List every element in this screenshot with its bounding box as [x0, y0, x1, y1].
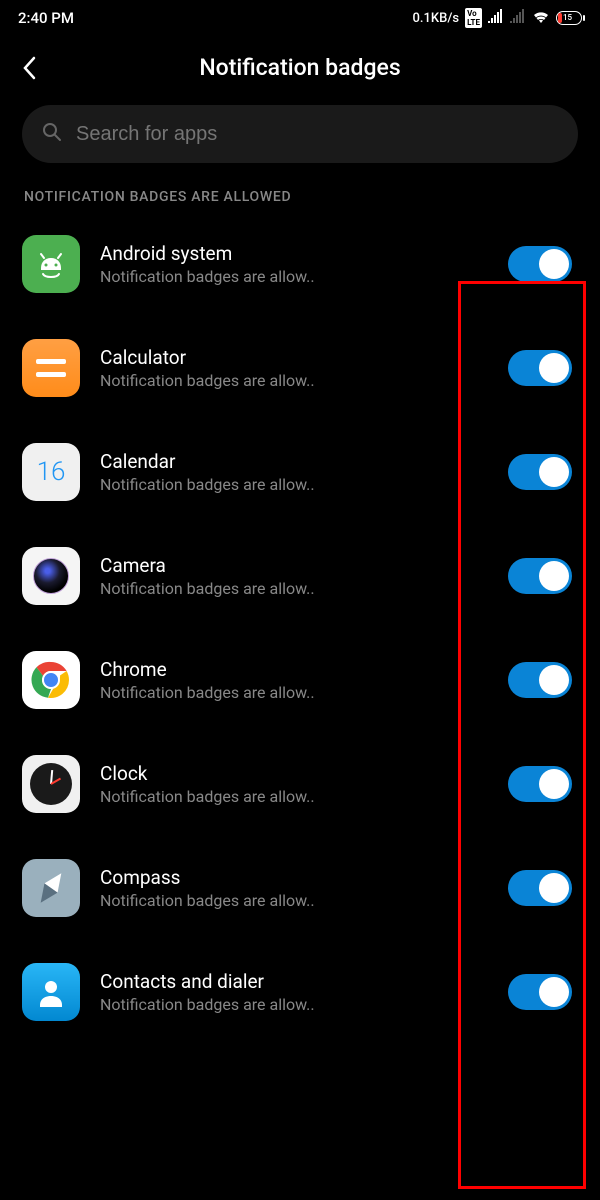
app-row-chrome[interactable]: Chrome Notification badges are allow..	[22, 637, 578, 723]
page-title: Notification badges	[50, 54, 578, 81]
search-icon	[42, 122, 62, 146]
app-subtitle: Notification badges are allow..	[100, 787, 488, 806]
app-row-calendar[interactable]: 16 Calendar Notification badges are allo…	[22, 429, 578, 515]
app-name: Calendar	[100, 450, 488, 473]
toggle-calculator[interactable]	[508, 350, 572, 386]
calendar-day: 16	[37, 457, 66, 487]
app-text: Camera Notification badges are allow..	[100, 554, 488, 598]
toggle-contacts[interactable]	[508, 974, 572, 1010]
chrome-icon	[22, 651, 80, 709]
app-text: Android system Notification badges are a…	[100, 242, 488, 286]
app-text: Clock Notification badges are allow..	[100, 762, 488, 806]
app-subtitle: Notification badges are allow..	[100, 371, 488, 390]
toggle-clock[interactable]	[508, 766, 572, 802]
compass-icon	[22, 859, 80, 917]
app-text: Calculator Notification badges are allow…	[100, 346, 488, 390]
app-row-calculator[interactable]: Calculator Notification badges are allow…	[22, 325, 578, 411]
contacts-icon	[22, 963, 80, 1021]
toggle-android-system[interactable]	[508, 246, 572, 282]
app-row-compass[interactable]: Compass Notification badges are allow..	[22, 845, 578, 931]
toggle-calendar[interactable]	[508, 454, 572, 490]
signal2-icon	[510, 9, 526, 27]
app-subtitle: Notification badges are allow..	[100, 579, 488, 598]
android-icon	[22, 235, 80, 293]
clock-icon	[22, 755, 80, 813]
app-subtitle: Notification badges are allow..	[100, 683, 488, 702]
app-list: Android system Notification badges are a…	[0, 221, 600, 1035]
app-text: Chrome Notification badges are allow..	[100, 658, 488, 702]
camera-icon	[22, 547, 80, 605]
wifi-icon	[532, 9, 550, 27]
signal-icon	[488, 9, 504, 27]
app-row-android-system[interactable]: Android system Notification badges are a…	[22, 221, 578, 307]
toggle-camera[interactable]	[508, 558, 572, 594]
status-bar: 2:40 PM 0.1KB/s VoLTE 15	[0, 0, 600, 36]
app-subtitle: Notification badges are allow..	[100, 891, 488, 910]
network-speed: 0.1KB/s	[413, 11, 460, 26]
search-box[interactable]	[22, 105, 578, 163]
app-row-clock[interactable]: Clock Notification badges are allow..	[22, 741, 578, 827]
app-subtitle: Notification badges are allow..	[100, 995, 488, 1014]
app-name: Chrome	[100, 658, 488, 681]
status-time: 2:40 PM	[18, 9, 74, 27]
app-name: Clock	[100, 762, 488, 785]
header: Notification badges	[0, 36, 600, 105]
volte-icon: VoLTE	[465, 8, 482, 28]
app-text: Contacts and dialer Notification badges …	[100, 970, 488, 1014]
battery-icon: 15	[556, 11, 582, 25]
search-input[interactable]	[76, 123, 558, 146]
app-subtitle: Notification badges are allow..	[100, 267, 488, 286]
toggle-chrome[interactable]	[508, 662, 572, 698]
app-name: Compass	[100, 866, 488, 889]
app-subtitle: Notification badges are allow..	[100, 475, 488, 494]
section-header: NOTIFICATION BADGES ARE ALLOWED	[0, 189, 600, 221]
calculator-icon	[22, 339, 80, 397]
back-button[interactable]	[22, 56, 50, 80]
app-name: Camera	[100, 554, 488, 577]
battery-text: 15	[563, 13, 572, 22]
app-name: Contacts and dialer	[100, 970, 488, 993]
app-name: Android system	[100, 242, 488, 265]
app-name: Calculator	[100, 346, 488, 369]
app-row-camera[interactable]: Camera Notification badges are allow..	[22, 533, 578, 619]
calendar-icon: 16	[22, 443, 80, 501]
toggle-compass[interactable]	[508, 870, 572, 906]
app-row-contacts[interactable]: Contacts and dialer Notification badges …	[22, 949, 578, 1035]
app-text: Calendar Notification badges are allow..	[100, 450, 488, 494]
app-text: Compass Notification badges are allow..	[100, 866, 488, 910]
status-right: 0.1KB/s VoLTE 15	[413, 8, 582, 28]
